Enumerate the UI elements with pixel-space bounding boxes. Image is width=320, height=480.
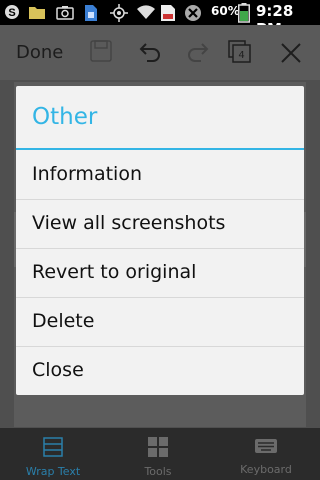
- keyboard-icon: [255, 439, 277, 453]
- menu-item-delete[interactable]: Delete: [16, 298, 304, 346]
- tools-tab[interactable]: Tools: [108, 436, 208, 478]
- folder-icon: [28, 4, 46, 24]
- close-icon[interactable]: [280, 42, 302, 68]
- battery-percentage: 60%: [211, 4, 240, 18]
- gps-icon: [110, 4, 128, 26]
- menu-item-close[interactable]: Close: [16, 347, 304, 395]
- svg-text:S: S: [8, 7, 15, 19]
- keyboard-tab[interactable]: Keyboard: [216, 436, 316, 476]
- undo-icon[interactable]: [138, 40, 162, 66]
- other-menu-dialog: Other Information View all screenshots R…: [16, 86, 304, 395]
- menu-item-label: Close: [32, 359, 84, 381]
- menu-item-label: View all screenshots: [32, 212, 226, 234]
- menu-item-information[interactable]: Information: [16, 151, 304, 199]
- done-button[interactable]: Done: [16, 42, 63, 63]
- battery-icon: [238, 3, 250, 27]
- sd-card-icon: [160, 4, 176, 26]
- dialog-title: Other: [32, 104, 98, 130]
- menu-item-view-all-screenshots[interactable]: View all screenshots: [16, 200, 304, 248]
- pages-icon[interactable]: 4: [228, 40, 252, 68]
- keyboard-label: Keyboard: [240, 463, 292, 476]
- tools-icon: [148, 437, 168, 457]
- sim-icon: [84, 4, 98, 26]
- redo-icon[interactable]: [186, 40, 210, 66]
- skype-icon: S: [4, 4, 20, 24]
- menu-item-label: Delete: [32, 310, 95, 332]
- wrap-text-tab[interactable]: Wrap Text: [3, 436, 103, 478]
- save-icon[interactable]: [90, 40, 112, 66]
- wrap-text-icon: [43, 437, 63, 457]
- page-count: 4: [238, 50, 244, 61]
- camera-icon: [56, 4, 74, 24]
- wrap-text-label: Wrap Text: [25, 465, 81, 478]
- dialog-title-divider: [16, 148, 304, 150]
- wifi-icon: [136, 4, 156, 24]
- menu-item-label: Revert to original: [32, 261, 197, 283]
- no-signal-icon: [184, 4, 202, 26]
- menu-item-revert-to-original[interactable]: Revert to original: [16, 249, 304, 297]
- menu-item-label: Information: [32, 163, 142, 185]
- tools-label: Tools: [144, 465, 172, 478]
- status-bar: S 60% 9:28 PM: [0, 0, 320, 38]
